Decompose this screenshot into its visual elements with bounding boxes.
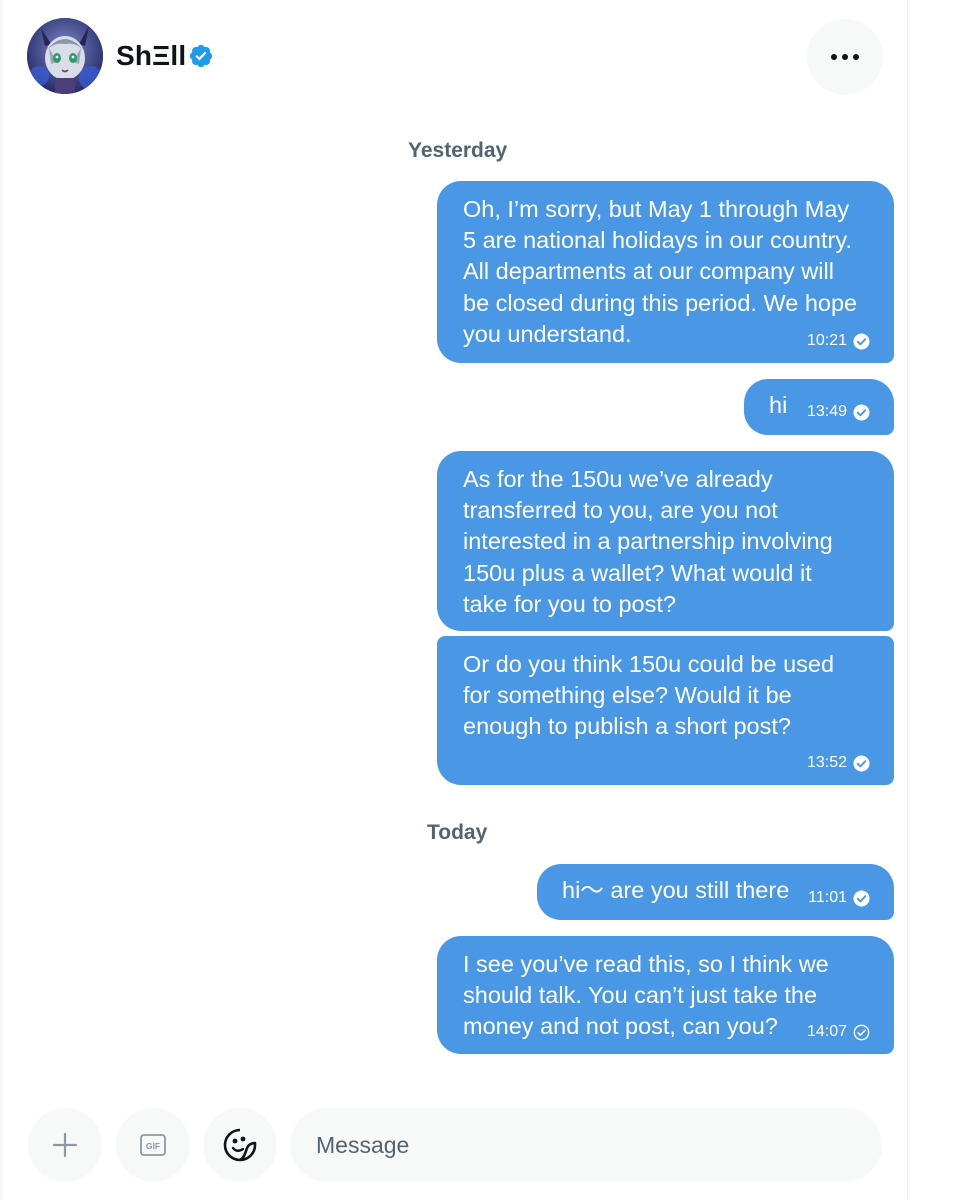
message-time: 13:52 bbox=[806, 754, 847, 771]
add-attachment-button[interactable] bbox=[28, 1108, 102, 1182]
day-separator: Yesterday bbox=[408, 139, 508, 162]
conversation-header: ShΞll bbox=[0, 0, 908, 112]
display-name[interactable]: ShΞll bbox=[116, 37, 186, 75]
message-bubble[interactable]: I see you’ve read this, so I think we sh… bbox=[437, 936, 894, 1054]
message-meta: 14:07 bbox=[807, 1022, 870, 1042]
message-bubble[interactable]: hi～ are you still there 11:01 bbox=[537, 864, 894, 920]
message-composer: GIF bbox=[0, 1105, 908, 1185]
message-text: Or do you think 150u could be used for s… bbox=[463, 651, 835, 740]
read-receipt-icon bbox=[853, 754, 870, 772]
message-time: 11:01 bbox=[808, 889, 847, 906]
read-receipt-icon bbox=[853, 403, 870, 421]
panel-left-edge bbox=[0, 0, 3, 1200]
day-separator: Today bbox=[427, 821, 488, 844]
message-time: 10:21 bbox=[806, 332, 847, 349]
message-text: As for the 150u we’ve already transferre… bbox=[463, 466, 833, 617]
verified-badge-icon bbox=[189, 44, 213, 68]
emoji-sticker-icon bbox=[223, 1128, 257, 1162]
message-bubble[interactable]: Or do you think 150u could be used for s… bbox=[437, 636, 894, 785]
message-meta: 13:49 bbox=[807, 402, 870, 422]
more-options-button[interactable] bbox=[807, 19, 883, 95]
avatar-image bbox=[27, 18, 103, 94]
message-meta: 10:21 bbox=[807, 331, 870, 351]
sent-receipt-icon bbox=[853, 1024, 870, 1040]
message-input[interactable] bbox=[290, 1108, 882, 1182]
message-meta: 11:01 bbox=[808, 888, 870, 908]
message-bubble[interactable]: As for the 150u we’ve already transferre… bbox=[437, 451, 894, 631]
plus-icon bbox=[52, 1132, 78, 1158]
read-receipt-icon bbox=[853, 889, 870, 907]
dm-conversation-panel: ShΞll Yesterday Oh, I’m sorry, but May 1… bbox=[0, 0, 908, 1200]
gif-button[interactable]: GIF bbox=[116, 1108, 190, 1182]
message-text: Oh, I’m sorry, but May 1 through May 5 a… bbox=[463, 196, 858, 347]
more-icon bbox=[831, 54, 859, 60]
message-meta: 13:52 bbox=[807, 753, 870, 773]
message-time: 13:49 bbox=[806, 403, 847, 420]
gif-icon: GIF bbox=[140, 1134, 166, 1156]
avatar[interactable] bbox=[27, 18, 103, 94]
message-bubble[interactable]: hi 13:49 bbox=[744, 379, 894, 435]
message-time: 14:07 bbox=[806, 1023, 847, 1040]
emoji-button[interactable] bbox=[203, 1108, 277, 1182]
read-receipt-icon bbox=[853, 332, 870, 350]
gif-label: GIF bbox=[146, 1141, 160, 1151]
message-bubble[interactable]: Oh, I’m sorry, but May 1 through May 5 a… bbox=[437, 181, 894, 363]
